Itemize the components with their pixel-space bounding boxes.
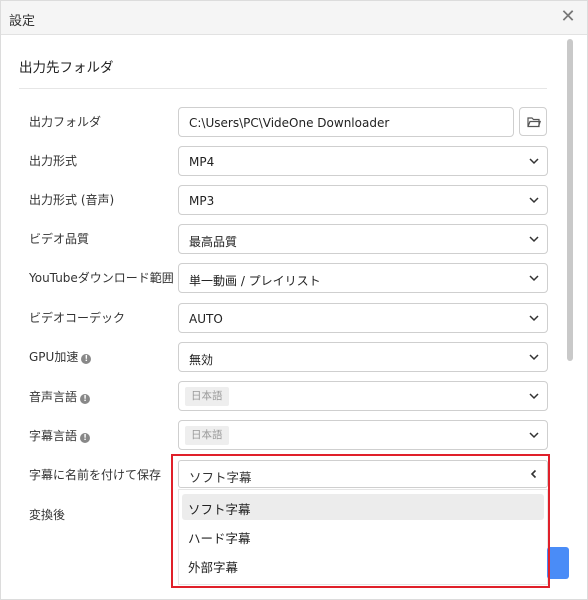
output-format-value: MP4 <box>189 155 215 169</box>
browse-folder-button[interactable] <box>519 107 547 136</box>
chevron-down-icon <box>529 158 539 165</box>
section-divider <box>19 88 547 89</box>
subtitle-language-label-text: 字幕言語 <box>29 429 78 443</box>
subtitle-language-label: 字幕言語! <box>29 427 91 444</box>
output-format-audio-label: 出力形式 (音声) <box>29 193 115 207</box>
option-external-subtitle[interactable]: 外部字幕 <box>182 552 544 578</box>
output-format-audio-select[interactable]: MP3 <box>178 185 548 215</box>
settings-dialog: 設定 ✕ 出力先フォルダ 出力フォルダ C:\Users\PC\VideOne … <box>0 0 588 600</box>
info-icon[interactable]: ! <box>81 354 92 364</box>
audio-language-chip: 日本語 <box>185 387 229 406</box>
video-codec-label: ビデオコーデック <box>29 311 126 325</box>
subtitle-language-chip: 日本語 <box>185 426 229 445</box>
audio-language-label-text: 音声言語 <box>29 390 78 404</box>
gpu-accel-value: 無効 <box>189 353 214 367</box>
output-format-select[interactable]: MP4 <box>178 146 548 176</box>
chevron-down-icon <box>529 315 539 322</box>
chevron-down-icon <box>529 393 539 400</box>
dialog-title: 設定 <box>9 14 36 29</box>
section-title: 出力先フォルダ <box>19 60 114 76</box>
save-subtitle-name-value: ソフト字幕 <box>189 470 252 485</box>
audio-language-select[interactable]: 日本語 <box>178 381 548 411</box>
chevron-down-icon <box>529 197 539 204</box>
option-label: ソフト字幕 <box>188 502 251 517</box>
save-button[interactable] <box>547 547 569 579</box>
audio-language-label: 音声言語! <box>29 388 91 405</box>
gpu-accel-label: GPU加速! <box>29 348 92 365</box>
output-folder-input[interactable]: C:\Users\PC\VideOne Downloader <box>178 107 514 137</box>
subtitle-name-options: ソフト字幕 ハード字幕 外部字幕 <box>178 489 548 585</box>
chevron-down-icon <box>529 275 539 282</box>
video-codec-select[interactable]: AUTO <box>178 303 548 333</box>
video-quality-value: 最高品質 <box>189 235 238 249</box>
video-codec-value: AUTO <box>189 312 223 326</box>
subtitle-language-select[interactable]: 日本語 <box>178 420 548 450</box>
chevron-down-icon <box>529 354 539 361</box>
save-subtitle-name-select[interactable]: ソフト字幕 <box>178 460 548 488</box>
save-subtitle-name-label: 字幕に名前を付けて保存 <box>29 468 162 482</box>
option-soft-subtitle[interactable]: ソフト字幕 <box>182 494 544 520</box>
youtube-range-value: 単一動画 / プレイリスト <box>189 274 321 288</box>
chevron-left-icon <box>530 469 537 479</box>
info-icon[interactable]: ! <box>80 394 91 404</box>
option-label: 外部字幕 <box>188 560 239 575</box>
video-quality-select[interactable]: 最高品質 <box>178 224 548 254</box>
close-icon[interactable]: ✕ <box>557 6 579 28</box>
output-format-label: 出力形式 <box>29 154 78 168</box>
scrollbar[interactable] <box>567 39 573 361</box>
title-bar: 設定 ✕ <box>1 1 587 35</box>
info-icon[interactable]: ! <box>80 433 91 443</box>
youtube-range-select[interactable]: 単一動画 / プレイリスト <box>178 263 548 293</box>
youtube-range-label: YouTubeダウンロード範囲 <box>29 271 174 285</box>
gpu-accel-select[interactable]: 無効 <box>178 342 548 372</box>
video-quality-label: ビデオ品質 <box>29 232 90 246</box>
option-hard-subtitle[interactable]: ハード字幕 <box>182 523 544 549</box>
output-folder-label: 出力フォルダ <box>29 115 102 129</box>
folder-icon <box>527 117 541 128</box>
output-format-audio-value: MP3 <box>189 194 215 208</box>
gpu-accel-label-text: GPU加速 <box>29 350 79 364</box>
output-folder-value: C:\Users\PC\VideOne Downloader <box>189 116 390 130</box>
after-convert-label: 変換後 <box>29 508 66 522</box>
chevron-down-icon <box>529 236 539 243</box>
option-label: ハード字幕 <box>188 531 251 546</box>
chevron-down-icon <box>529 432 539 439</box>
